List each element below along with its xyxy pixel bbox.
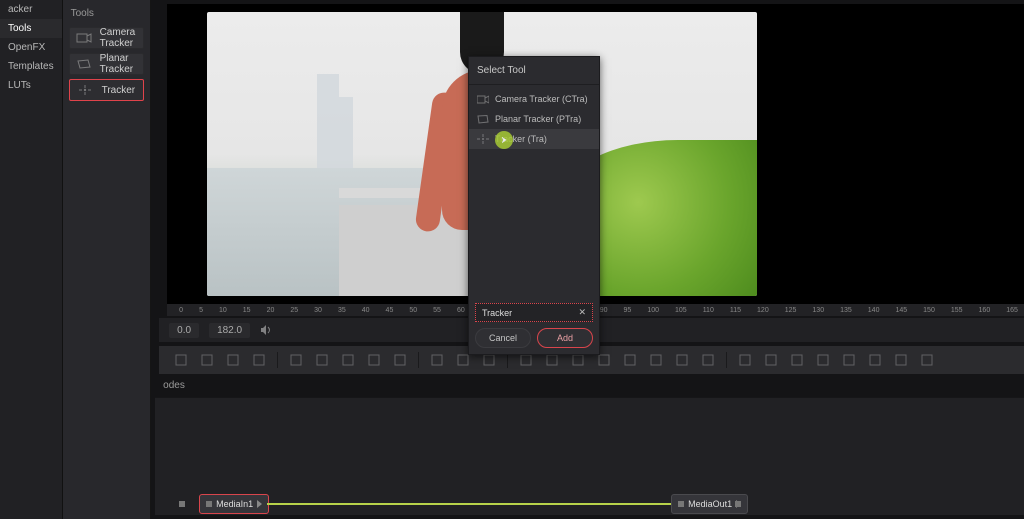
node-label: MediaOut1 [688,499,732,509]
mask-wand-icon[interactable] [392,352,408,368]
ruler-tick: 125 [785,307,797,314]
resize-icon[interactable] [622,352,638,368]
clear-input-icon[interactable]: ✕ [578,307,586,318]
ruler-tick: 20 [267,307,275,314]
node-thumb-icon [678,501,684,507]
speaker-icon[interactable] [260,324,272,336]
mask-bspline-icon[interactable] [314,352,330,368]
select-tool-dialog: Select Tool Camera Tracker (CTra) Planar… [468,56,600,355]
lensflare-icon[interactable] [737,352,753,368]
tool-item-label: Planar Tracker [100,53,138,75]
tool-item-label: Tracker [102,85,136,96]
ruler-tick: 10 [219,307,227,314]
fastnoise-icon[interactable] [199,352,215,368]
node-mediain1[interactable]: MediaIn1 [199,494,269,514]
shape3d-icon[interactable] [841,352,857,368]
node-port[interactable] [179,501,185,507]
light-icon[interactable] [893,352,909,368]
ruler-tick: 45 [386,307,394,314]
ruler-tick: 110 [703,307,714,314]
ruler-tick: 30 [314,307,322,314]
tools-panel: Tools Camera Tracker Planar Tracker Trac… [63,0,152,519]
ruler-tick: 15 [243,307,251,314]
ruler-tick: 150 [923,307,935,314]
background-icon[interactable] [173,352,189,368]
dialog-add-button[interactable]: Add [537,328,593,348]
letterbox-icon[interactable] [674,352,690,368]
color-corrector-icon[interactable] [429,352,445,368]
sidebar-item-openfx[interactable]: OpenFX [0,38,62,57]
image-plane-icon[interactable] [815,352,831,368]
tracker-icon [477,134,489,144]
ruler-tick: 0 [179,307,183,314]
dialog-item-tracker[interactable]: Tracker (Tra) [469,129,599,149]
ruler-tick: 35 [338,307,346,314]
sidebar-item-tracker-crumb[interactable]: acker [0,0,62,19]
ruler-tick: 120 [757,307,769,314]
flow-panel-label: odes [163,380,185,391]
node-thumb-icon [206,501,212,507]
ruler-tick: 140 [868,307,880,314]
cursor-click-indicator-icon [495,131,513,149]
dialog-item-camera-tracker[interactable]: Camera Tracker (CTra) [469,89,599,109]
sidebar-item-luts[interactable]: LUTs [0,76,62,95]
tool-item-camera-tracker[interactable]: Camera Tracker [69,27,145,49]
dialog-search-input[interactable]: Tracker ✕ [475,303,593,322]
mask-ellipse-icon[interactable] [340,352,356,368]
sidebar-item-tools[interactable]: Tools [0,19,62,38]
tool-item-tracker[interactable]: Tracker [69,79,145,101]
node-port[interactable] [735,501,741,507]
ruler-tick: 90 [600,307,608,314]
ruler-tick: 95 [624,307,632,314]
camera3d-icon[interactable] [867,352,883,368]
dialog-item-planar-tracker[interactable]: Planar Tracker (PTra) [469,109,599,129]
tool-item-label: Camera Tracker [100,27,138,49]
mask-poly-icon[interactable] [288,352,304,368]
mask-rect-icon[interactable] [366,352,382,368]
dialog-title: Select Tool [469,57,599,85]
ruler-tick: 160 [979,307,991,314]
crop-icon[interactable] [648,352,664,368]
ruler-tick: 130 [812,307,824,314]
ruler-tick: 100 [647,307,659,314]
ruler-tick: 60 [457,307,465,314]
camera-tracker-icon [477,94,489,104]
ruler-tick: 105 [675,307,687,314]
ruler-tick: 25 [290,307,298,314]
ruler-tick: 5 [199,307,203,314]
wire[interactable] [267,503,671,505]
timecode-frame[interactable]: 182.0 [209,323,250,338]
paint-icon[interactable] [251,352,267,368]
sidebar-item-templates[interactable]: Templates [0,57,62,76]
render3d-icon[interactable] [919,352,935,368]
tool-item-planar-tracker[interactable]: Planar Tracker [69,53,145,75]
camera-tracker-icon [76,32,92,44]
planar-tracker-icon [76,58,92,70]
dialog-item-label: Planar Tracker (PTra) [495,114,581,124]
node-output-icon[interactable] [257,500,262,508]
node-label: MediaIn1 [216,499,253,509]
ruler-tick: 40 [362,307,370,314]
tools-panel-header: Tools [63,4,151,23]
tracker-icon [76,84,94,96]
dialog-search-value: Tracker [482,308,512,318]
flow-node-graph[interactable]: MediaIn1 MediaOut1 [155,397,1024,515]
ruler-tick: 135 [840,307,852,314]
text-icon[interactable] [225,352,241,368]
ruler-tick: 145 [895,307,907,314]
displace-icon[interactable] [700,352,716,368]
timecode-left[interactable]: 0.0 [169,323,199,338]
ruler-tick: 55 [433,307,441,314]
dialog-item-label: Camera Tracker (CTra) [495,94,588,104]
rays-icon[interactable] [763,352,779,368]
dialog-cancel-button[interactable]: Cancel [475,328,531,348]
flow-panel-header: odes ••• [151,374,1024,397]
planar-tracker-icon [477,114,489,124]
effects-categories-sidebar: acker Tools OpenFX Templates LUTs [0,0,63,519]
particles-icon[interactable] [789,352,805,368]
ruler-tick: 115 [730,307,741,314]
ruler-tick: 165 [1006,307,1018,314]
ruler-tick: 50 [409,307,417,314]
ruler-tick: 155 [951,307,963,314]
